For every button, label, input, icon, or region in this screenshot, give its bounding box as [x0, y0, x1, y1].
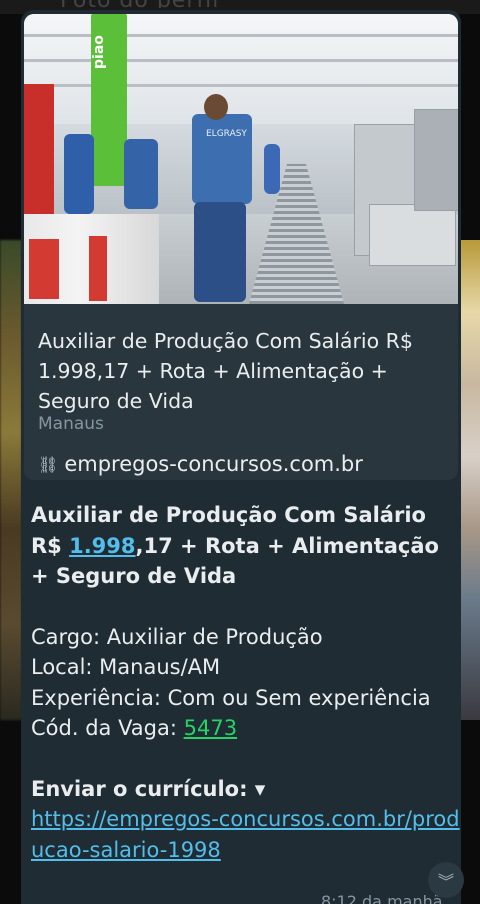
red-appliance — [24, 84, 54, 224]
enviar-label: Enviar o currículo: ▾ — [31, 776, 266, 801]
local-line: Local: Manaus/AM — [31, 655, 221, 679]
worker-background — [124, 139, 158, 209]
worker-head — [204, 94, 228, 120]
machine — [369, 204, 456, 266]
message-time: 8:12 da manhã — [321, 892, 443, 904]
worker-background — [64, 134, 94, 214]
machine — [414, 109, 458, 211]
preview-domain-row: ⛓ empregos-concursos.com.br — [38, 452, 363, 476]
preview-title: Auxiliar de Produção Com Salário R$ 1.99… — [38, 329, 413, 413]
background-photo-left — [0, 240, 22, 720]
link-icon: ⛓ — [38, 454, 59, 474]
box-print — [89, 236, 107, 301]
worker-background — [264, 144, 280, 194]
shirt-text: ELGRASY — [206, 129, 247, 139]
message-body: Auxiliar de Produção Com Salário R$ 1.99… — [31, 500, 461, 865]
codigo-link[interactable]: 5473 — [184, 716, 237, 740]
preview-image[interactable]: piao ELGRASY — [24, 14, 458, 304]
partial-header-title: Foto do perfil — [60, 0, 320, 8]
codigo-label: Cód. da Vaga: — [31, 716, 184, 740]
worker-torso — [192, 114, 252, 204]
factory-ceiling — [24, 14, 458, 124]
ceiling-beam — [24, 34, 458, 37]
application-url[interactable]: https://empregos-concursos.com.br/produc… — [31, 804, 461, 865]
salary-number-link[interactable]: 1.998 — [69, 534, 135, 558]
ceiling-beam — [24, 84, 458, 87]
codigo-line: Cód. da Vaga: 5473 — [31, 713, 461, 744]
ceiling-beam — [24, 59, 458, 62]
preview-location: Manaus — [38, 414, 104, 434]
worker-legs — [194, 202, 246, 302]
message-bubble[interactable]: piao ELGRASY Auxiliar de Produção Com Sa… — [21, 10, 461, 904]
box-print — [29, 239, 59, 299]
message-heading: Auxiliar de Produção Com Salário R$ 1.99… — [31, 500, 461, 592]
cargo-line: Cargo: Auxiliar de Produção — [31, 624, 323, 649]
experiencia-line: Experiência: Com ou Sem experiência — [31, 685, 431, 710]
link-preview-card[interactable]: piao ELGRASY Auxiliar de Produção Com Sa… — [24, 14, 458, 480]
background-photo-right — [460, 240, 480, 720]
chevrons-down-icon[interactable]: ︾ — [428, 862, 464, 898]
banner-text: piao — [91, 35, 107, 69]
preview-domain: empregos-concursos.com.br — [64, 452, 363, 476]
